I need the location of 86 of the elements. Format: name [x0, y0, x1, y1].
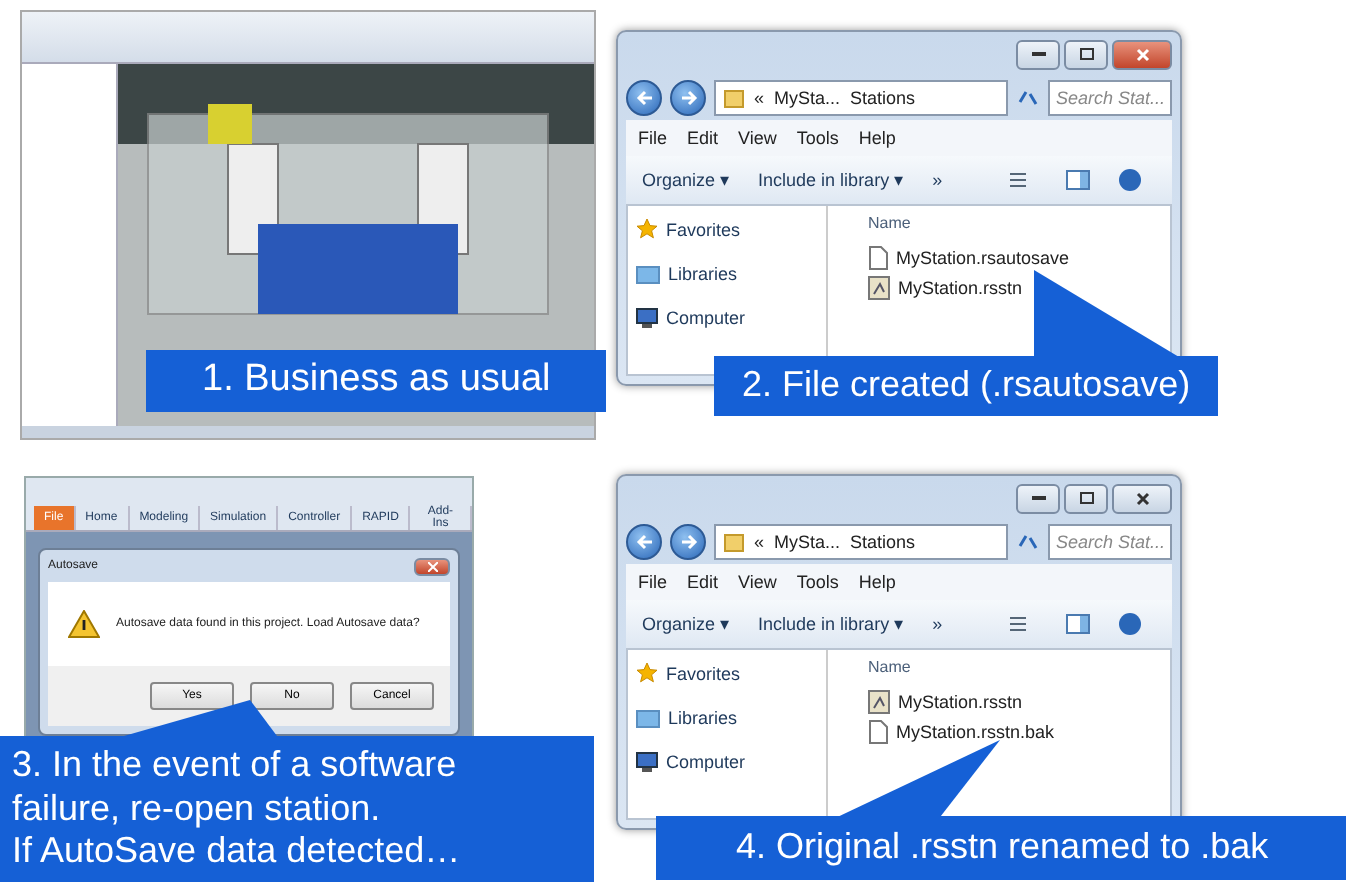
file-name[interactable]: MyStation.rsstn: [898, 278, 1023, 298]
nav-item[interactable]: Computer: [636, 752, 818, 772]
star-icon: [636, 662, 658, 684]
menu-item[interactable]: Edit: [687, 128, 719, 148]
star-icon: [636, 218, 658, 240]
breadcrumb: Stations: [850, 532, 916, 552]
menu-item[interactable]: File: [638, 128, 668, 148]
breadcrumb-overflow: «: [754, 88, 765, 108]
breadcrumb-overflow: «: [754, 532, 765, 552]
nav-label: Favorites: [666, 219, 741, 239]
file-name[interactable]: MyStation.rsstn: [898, 692, 1023, 712]
station-file-icon: [868, 276, 890, 300]
organize-menu[interactable]: Organize ▾: [642, 170, 731, 190]
search-field[interactable]: Search Stat...: [1048, 524, 1172, 560]
address-bar[interactable]: « MySta... Stations: [714, 524, 1008, 560]
computer-icon: [636, 308, 658, 328]
computer-icon: [636, 752, 658, 772]
menu-item[interactable]: Tools: [796, 572, 839, 592]
menu-item[interactable]: Tools: [796, 128, 839, 148]
help-icon[interactable]: [1118, 612, 1143, 636]
warning-icon: [68, 610, 100, 638]
minimize-icon: [1031, 51, 1045, 57]
maximize-icon: [1079, 492, 1093, 504]
breadcrumb: MySta...: [774, 88, 841, 108]
include-in-library-menu[interactable]: Include in library ▾: [758, 170, 905, 190]
close-icon: [1135, 47, 1149, 61]
include-in-library-menu[interactable]: Include in library ▾: [758, 614, 905, 634]
nav-item[interactable]: Favorites: [636, 218, 818, 240]
nav-item[interactable]: Libraries: [636, 708, 818, 728]
preview-pane-icon[interactable]: [1066, 170, 1091, 190]
close-button[interactable]: [1112, 483, 1172, 513]
close-icon: [1135, 491, 1149, 505]
nav-label: Computer: [666, 308, 746, 328]
minimize-icon: [1031, 495, 1045, 501]
refresh-icon[interactable]: [1016, 532, 1040, 552]
nav-item[interactable]: Libraries: [636, 264, 818, 284]
column-header[interactable]: Name: [868, 658, 1130, 676]
back-arrow-icon: [635, 90, 653, 106]
maximize-icon: [1079, 48, 1093, 60]
minimize-button[interactable]: [1016, 483, 1060, 513]
forward-arrow-icon: [679, 534, 697, 550]
organize-menu[interactable]: Organize ▾: [642, 614, 731, 634]
maximize-button[interactable]: [1064, 39, 1108, 69]
forward-arrow-icon: [679, 90, 697, 106]
menu-item[interactable]: Help: [858, 128, 896, 148]
more-button[interactable]: »: [932, 170, 943, 190]
close-button[interactable]: [1112, 39, 1172, 69]
back-arrow-icon: [635, 534, 653, 550]
station-file-icon: [868, 690, 890, 714]
file-icon: [868, 720, 888, 744]
close-button[interactable]: [414, 557, 450, 575]
more-button[interactable]: »: [932, 614, 943, 634]
refresh-icon[interactable]: [1016, 88, 1040, 108]
file-name[interactable]: MyStation.rsautosave: [896, 248, 1070, 268]
preview-pane-icon[interactable]: [1066, 614, 1091, 634]
caption: 1. Business as usual: [146, 350, 607, 412]
back-button[interactable]: [626, 524, 662, 560]
folder-icon: [636, 708, 660, 728]
file-icon: [868, 246, 888, 270]
minimize-button[interactable]: [1016, 39, 1060, 69]
forward-button[interactable]: [670, 80, 706, 116]
address-bar[interactable]: « MySta... Stations: [714, 80, 1008, 116]
menu-item[interactable]: File: [638, 572, 668, 592]
breadcrumb: Stations: [850, 88, 916, 108]
nav-item[interactable]: Computer: [636, 308, 818, 328]
file-name[interactable]: MyStation.rsstn.bak: [896, 722, 1055, 742]
menu-item[interactable]: View: [738, 572, 777, 592]
breadcrumb: MySta...: [774, 532, 841, 552]
menu-item[interactable]: View: [738, 128, 777, 148]
close-icon: [427, 561, 437, 571]
help-icon[interactable]: [1118, 168, 1143, 192]
folder-icon: [724, 88, 744, 108]
nav-item[interactable]: Favorites: [636, 662, 818, 684]
nav-label: Libraries: [668, 264, 738, 284]
folder-icon: [724, 532, 744, 552]
nav-label: Favorites: [666, 663, 741, 683]
forward-button[interactable]: [670, 524, 706, 560]
menu-item[interactable]: Edit: [687, 572, 719, 592]
search-field[interactable]: Search Stat...: [1048, 80, 1172, 116]
folder-icon: [636, 264, 660, 284]
column-header[interactable]: Name: [868, 214, 1130, 232]
nav-label: Computer: [666, 752, 746, 772]
maximize-button[interactable]: [1064, 483, 1108, 513]
back-button[interactable]: [626, 80, 662, 116]
menu-item[interactable]: Help: [858, 572, 896, 592]
nav-label: Libraries: [668, 708, 738, 728]
